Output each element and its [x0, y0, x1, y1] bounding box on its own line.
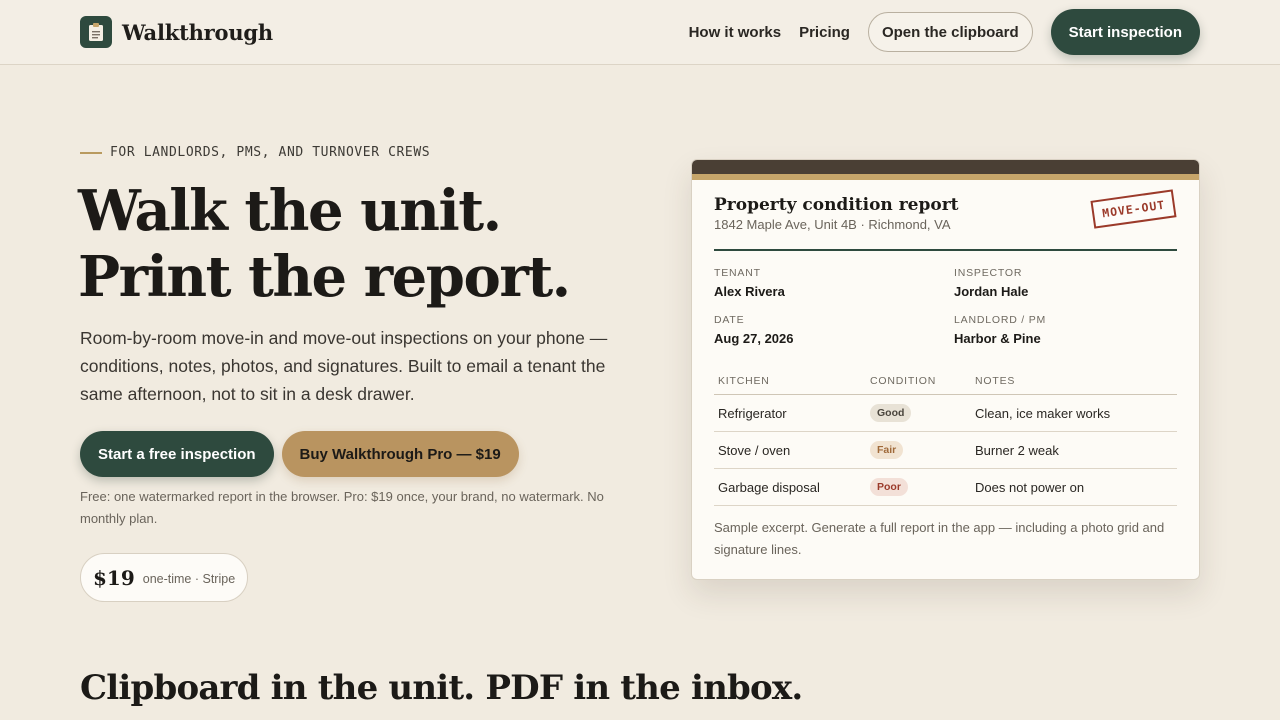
- col-room: KITCHEN: [718, 375, 770, 387]
- headline-line-2: Print the report.: [78, 244, 571, 310]
- section-heading: Clipboard in the unit. PDF in the inbox.: [80, 668, 803, 708]
- col-notes: NOTES: [975, 375, 1016, 387]
- report-footer-note: Sample excerpt. Generate a full report i…: [714, 520, 1165, 557]
- row-item: Stove / oven: [718, 442, 791, 458]
- buy-pro-button[interactable]: Buy Walkthrough Pro — $19: [281, 431, 519, 477]
- card-top-bar: [692, 160, 1199, 174]
- report-preview-card: Property condition report 1842 Maple Ave…: [691, 159, 1200, 580]
- table-header: KITCHEN CONDITION NOTES: [714, 368, 1177, 395]
- card-accent-bar: [692, 174, 1199, 180]
- hero-cta-row: Start a free inspection Buy Walkthrough …: [80, 431, 519, 477]
- brand-link[interactable]: Walkthrough: [80, 16, 273, 48]
- hero-eyebrow: FOR LANDLORDS, PMS, AND TURNOVER CREWS: [80, 145, 430, 160]
- tenant-label: TENANT: [714, 267, 761, 279]
- open-clipboard-button[interactable]: Open the clipboard: [867, 12, 1033, 52]
- price-note: one-time · Stripe: [142, 572, 236, 586]
- report-title: Property condition report: [714, 195, 959, 215]
- table-row: Garbage disposal Poor Does not power on: [714, 469, 1177, 506]
- eyebrow-text: FOR LANDLORDS, PMS, AND TURNOVER CREWS: [110, 145, 431, 160]
- condition-table: KITCHEN CONDITION NOTES Refrigerator Goo…: [714, 368, 1177, 506]
- hero-lede: Room-by-room move-in and move-out inspec…: [80, 328, 608, 404]
- col-condition: CONDITION: [870, 375, 937, 387]
- report-divider: [714, 249, 1177, 251]
- landlord-label: LANDLORD / PM: [954, 314, 1047, 326]
- nav-how-it-works[interactable]: How it works: [689, 24, 782, 41]
- condition-badge-poor: Poor: [870, 478, 908, 496]
- brand-name: Walkthrough: [122, 19, 273, 45]
- main-nav: How it works Pricing Open the clipboard …: [689, 9, 1200, 55]
- move-out-stamp: MOVE-OUT: [1090, 189, 1177, 229]
- nav-pricing[interactable]: Pricing: [799, 24, 850, 41]
- price-amount: $19: [93, 565, 135, 590]
- report-address: 1842 Maple Ave, Unit 4B · Richmond, VA: [714, 217, 951, 232]
- start-inspection-button[interactable]: Start inspection: [1050, 9, 1200, 55]
- condition-badge-good: Good: [870, 404, 912, 422]
- meta-date: DATE Aug 27, 2026: [714, 314, 794, 346]
- date-label: DATE: [714, 314, 745, 326]
- site-header: Walkthrough How it works Pricing Open th…: [0, 0, 1280, 65]
- condition-badge-fair: Fair: [870, 441, 904, 459]
- row-notes: Clean, ice maker works: [975, 405, 1111, 421]
- clipboard-icon: [80, 16, 112, 48]
- row-notes: Burner 2 weak: [975, 442, 1059, 458]
- meta-tenant: TENANT Alex Rivera: [714, 267, 785, 299]
- meta-inspector: INSPECTOR Jordan Hale: [954, 267, 1028, 299]
- meta-landlord: LANDLORD / PM Harbor & Pine: [954, 314, 1046, 346]
- inspector-label: INSPECTOR: [954, 267, 1023, 279]
- inspector-value: Jordan Hale: [954, 284, 1029, 299]
- headline-line-1: Walk the unit.: [78, 178, 502, 244]
- row-notes: Does not power on: [975, 479, 1085, 495]
- price-badge: $19 one-time · Stripe: [80, 553, 249, 602]
- row-item: Garbage disposal: [718, 479, 820, 495]
- tenant-value: Alex Rivera: [714, 284, 785, 299]
- table-row: Refrigerator Good Clean, ice maker works: [714, 395, 1177, 432]
- hero-headline: Walk the unit. Print the report.: [78, 178, 638, 310]
- row-item: Refrigerator: [718, 405, 787, 421]
- date-value: Aug 27, 2026: [714, 331, 794, 346]
- table-row: Stove / oven Fair Burner 2 weak: [714, 432, 1177, 469]
- start-free-inspection-button[interactable]: Start a free inspection: [80, 431, 274, 477]
- pricing-fineprint: Free: one watermarked report in the brow…: [80, 489, 604, 526]
- eyebrow-rule: [80, 151, 102, 154]
- landlord-value: Harbor & Pine: [954, 331, 1041, 346]
